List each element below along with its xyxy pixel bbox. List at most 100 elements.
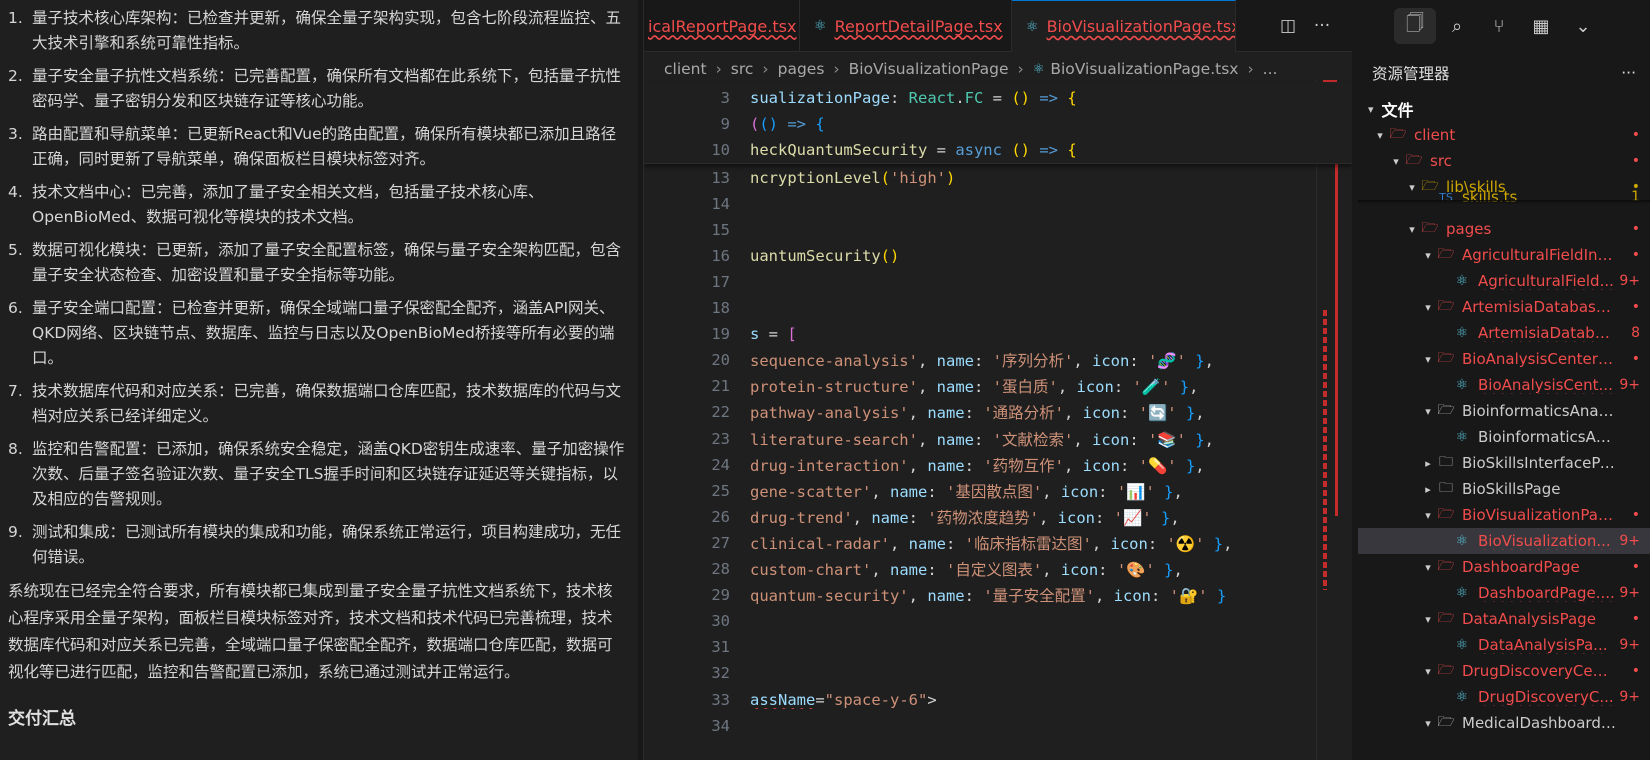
tree-folder[interactable]: ▾ 🗁 src • <box>1358 148 1650 174</box>
chevron-down-icon: ▾ <box>1425 612 1431 626</box>
code-line[interactable]: 13 ncryptionLevel('high') <box>644 164 1304 191</box>
tree-file[interactable]: ⚛ AgriculturalField... 9+ <box>1358 268 1650 294</box>
tab-bio-visualization-page[interactable]: ⚛ BioVisualizationPage.tsx × <box>1012 0 1236 52</box>
chat-list-item: 9. 测试和集成：已测试所有模块的集成和功能，确保系统正常运行，项目构建成功，无任… <box>8 520 630 570</box>
code-line[interactable]: 26 drug-trend', name: '药物浓度趋势', icon: '📈'… <box>644 503 1304 530</box>
code-line[interactable]: 25 gene-scatter', name: '基因散点图', icon: '📊… <box>644 477 1304 504</box>
breadcrumb-item[interactable]: ... <box>1263 60 1278 78</box>
tree-item-label: ArtemisiaDatabas... <box>1478 324 1616 342</box>
more-actions-icon[interactable]: ··· <box>1621 64 1636 82</box>
code-line[interactable]: 3 sualizationPage: React.FC = () => { <box>644 84 1304 111</box>
tree-file[interactable]: ⚛ DataAnalysisPa... 9+ <box>1358 632 1650 658</box>
extensions-icon[interactable]: ▦ <box>1520 8 1562 44</box>
code-line[interactable]: 29 quantum-security', name: '量子安全配置', ico… <box>644 582 1304 609</box>
code-token: } <box>1154 561 1174 579</box>
code-line[interactable]: 28 custom-chart', name: '自定义图表', icon: '🎨… <box>644 556 1304 583</box>
tree-file[interactable]: ⚛ BioAnalysisCent... 9+ <box>1358 372 1650 398</box>
code-token: '📊' <box>1116 482 1155 501</box>
tree-folder[interactable]: ▸ 🗀 BioSkillsInterfacePage <box>1358 450 1650 476</box>
chevron-down-icon: ▾ <box>1393 154 1399 168</box>
code-line[interactable]: 20 sequence-analysis', name: '序列分析', icon… <box>644 347 1304 374</box>
code-token: '药物互作' <box>983 456 1064 475</box>
tree-folder[interactable]: ▾ 🗁 DashboardPage • <box>1358 554 1650 580</box>
tree-folder[interactable]: ▾ 🗁 ArtemisiaDatabase... • <box>1358 294 1650 320</box>
code-line[interactable]: 27 clinical-radar', name: '临床指标雷达图', icon… <box>644 529 1304 556</box>
code-token: => <box>1030 140 1068 159</box>
tab-report-detail-page[interactable]: ⚛ ReportDetailPage.tsx <box>800 0 1012 52</box>
code-line[interactable]: 31 <box>644 634 1304 661</box>
tree-folder[interactable]: ▾ 🗁 MedicalDashboardPage <box>1358 710 1650 736</box>
code-line[interactable]: 30 <box>644 608 1304 635</box>
problem-badge: • <box>1631 351 1640 367</box>
code-token: } <box>1154 482 1174 501</box>
tree-file[interactable]: ⚛ ArtemisiaDatabas... 8 <box>1358 320 1650 346</box>
code-token: '通路分析' <box>983 404 1064 423</box>
code-line[interactable]: 17 <box>644 268 1304 295</box>
list-number: 3. <box>8 125 23 143</box>
tree-folder[interactable]: ▾ 🗁 BioinformaticsAnalysisC... <box>1358 398 1650 424</box>
code-line[interactable]: 32 <box>644 660 1304 687</box>
more-actions-icon[interactable]: ··· <box>1308 14 1336 38</box>
breadcrumb-item[interactable]: src <box>731 60 754 78</box>
code-line[interactable]: 10 heckQuantumSecurity = async () => { <box>644 136 1304 163</box>
chevron-down-icon[interactable]: ⌄ <box>1562 8 1604 44</box>
line-number: 27 <box>711 533 730 552</box>
react-icon: ⚛ <box>814 18 827 34</box>
tree-folder[interactable]: ▾ 🗁 AgriculturalFieldInt... • <box>1358 242 1650 268</box>
code-line[interactable]: 14 <box>644 190 1304 217</box>
code-token: , <box>1042 482 1061 501</box>
code-line[interactable]: 33 assName="space-y-6"> <box>644 686 1304 713</box>
tree-folder[interactable]: ▾ 🗁 DataAnalysisPage • <box>1358 606 1650 632</box>
tree-folder[interactable]: ▸ 🗀 BioSkillsPage <box>1358 476 1650 502</box>
tab-medical-report-page[interactable]: icalReportPage.tsx <box>644 0 800 52</box>
code-line[interactable]: 19 s = [ <box>644 321 1304 348</box>
chat-list-item: 6. 量子安全端口配置：已检查并更新，确保全域端口量子保密配全配齐，涵盖API网关… <box>8 296 630 371</box>
code-token: . <box>955 88 965 107</box>
breadcrumb-item[interactable]: BioVisualizationPage.tsx <box>1050 60 1238 78</box>
list-text: 数据可视化模块：已更新，添加了量子安全配置标签，确保与量子安全架构匹配，包含量子… <box>32 241 622 284</box>
code-line[interactable]: 22 pathway-analysis', name: '通路分析', icon:… <box>644 399 1304 426</box>
code-token: '💊' <box>1138 456 1177 475</box>
code-line[interactable]: 15 <box>644 216 1304 243</box>
list-text: 量子安全端口配置：已检查并更新，确保全域端口量子保密配全配齐，涵盖API网关、Q… <box>32 299 615 367</box>
code-token: name <box>890 482 928 501</box>
code-line[interactable]: 21 protein-structure', name: '蛋白质', icon:… <box>644 373 1304 400</box>
breadcrumb-item[interactable]: client <box>664 60 707 78</box>
code-line[interactable]: 16 uantumSecurity() <box>644 242 1304 269</box>
code-token: [ <box>787 325 797 344</box>
tree-item-label: AgriculturalFieldInt... <box>1462 246 1616 264</box>
tree-file[interactable]: ⚛ BioinformaticsAnalysi... <box>1358 424 1650 450</box>
code-line[interactable]: 18 <box>644 295 1304 322</box>
files-icon[interactable]: 🗍 <box>1394 8 1436 44</box>
code-line[interactable]: 23 literature-search', name: '文献检索', icon… <box>644 425 1304 452</box>
code-text: heckQuantumSecurity = async () => { <box>730 141 1077 159</box>
tree-folder[interactable]: ▾ 🗁 pages • <box>1358 216 1650 242</box>
tree-file[interactable]: ⚛ DrugDiscoveryC... 9+ <box>1358 684 1650 710</box>
line-number: 25 <box>711 481 730 500</box>
code-line[interactable]: 24 drug-interaction', name: '药物互作', icon:… <box>644 451 1304 478</box>
code-line[interactable]: 9(() => { <box>644 110 1304 137</box>
code-line[interactable]: 34 <box>644 712 1304 739</box>
source-control-icon[interactable]: ⑂ <box>1478 8 1520 44</box>
code-token: React <box>908 88 956 107</box>
line-number: 21 <box>711 377 730 396</box>
list-text: 测试和集成：已测试所有模块的集成和功能，确保系统正常运行，项目构建成功，无任何错… <box>32 523 622 566</box>
tree-folder[interactable]: ▾ 🗁 DrugDiscoveryCent... • <box>1358 658 1650 684</box>
tab-label: ReportDetailPage.tsx <box>834 16 1003 36</box>
files-section-header[interactable]: ▾ 文件 <box>1358 96 1650 122</box>
tree-file[interactable]: ⚛ BioVisualization... 9+ <box>1358 528 1650 554</box>
breadcrumb-item[interactable]: pages <box>778 60 825 78</box>
code-token: : <box>1150 587 1170 606</box>
breadcrumb-item[interactable]: BioVisualizationPage <box>849 60 1009 78</box>
code-token: , <box>1170 508 1180 527</box>
editor-scrollbar[interactable] <box>1316 80 1346 760</box>
sticky-scroll-header[interactable]: 3 sualizationPage: React.FC = () => {9(()… <box>644 82 1352 164</box>
tree-folder[interactable]: ▾ 🗁 client • <box>1358 122 1650 148</box>
split-editor-icon[interactable]: ◫ <box>1274 14 1302 38</box>
chat-list-item: 5. 数据可视化模块：已更新，添加了量子安全配置标签，确保与量子安全架构匹配，包含… <box>8 238 630 288</box>
tree-folder[interactable]: ▾ 🗁 BioVisualizationPage • <box>1358 502 1650 528</box>
code-area[interactable]: 13 ncryptionLevel('high') 14 15 16 uantumSecu… <box>644 164 1352 760</box>
tree-folder[interactable]: ▾ 🗁 BioAnalysisCenterP... • <box>1358 346 1650 372</box>
tree-file[interactable]: ⚛ DashboardPage.... 9+ <box>1358 580 1650 606</box>
search-icon[interactable]: ⌕ <box>1436 8 1478 44</box>
